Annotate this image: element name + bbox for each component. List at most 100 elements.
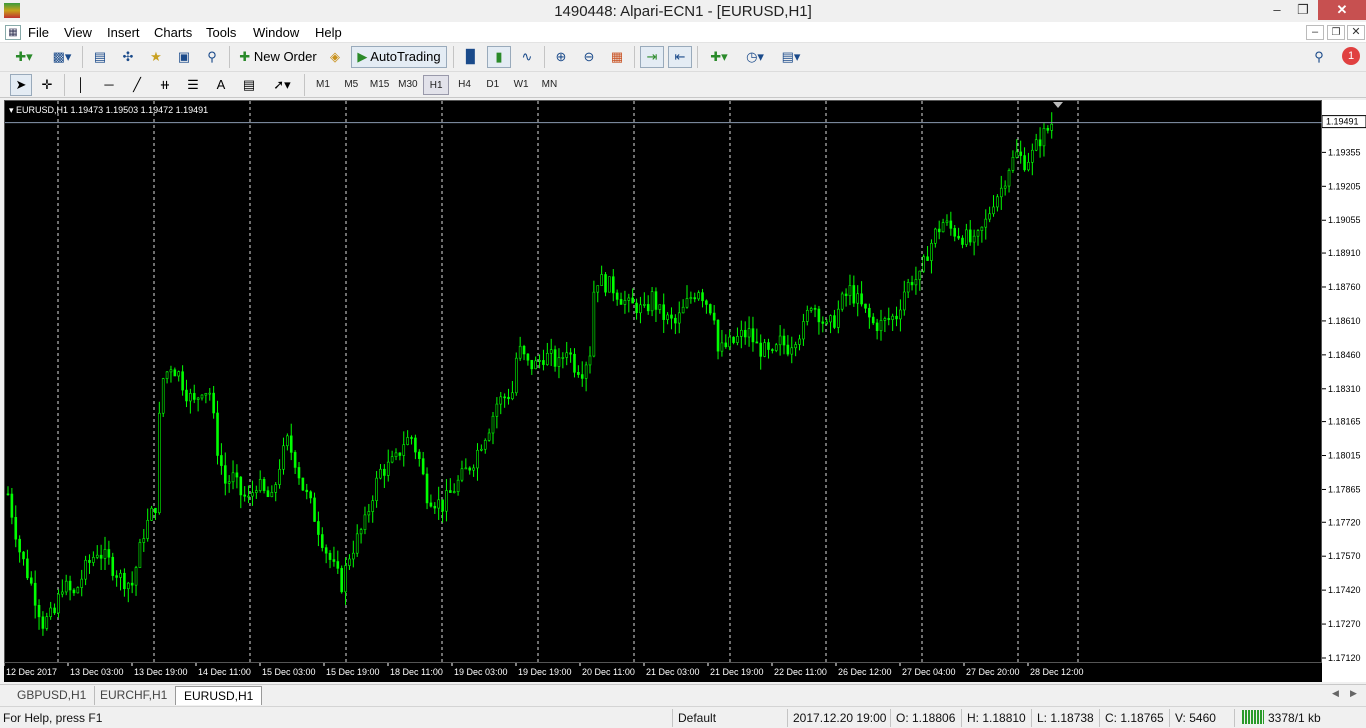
market-watch-icon[interactable]: ▤ — [88, 46, 112, 68]
candle-body — [763, 342, 766, 357]
timeframe-d1[interactable]: D1 — [480, 75, 506, 95]
equidistant-channel-icon[interactable]: ⧺ — [154, 74, 176, 96]
tab-eurchf[interactable]: EURCHF,H1 — [92, 686, 177, 705]
candle-body — [584, 364, 588, 379]
timeframe-h1[interactable]: H1 — [423, 75, 450, 95]
menu-help[interactable]: Help — [315, 25, 342, 40]
horizontal-line-icon[interactable]: ─ — [98, 74, 120, 96]
timeframe-m15[interactable]: M15 — [367, 75, 393, 95]
autoscroll-icon[interactable]: ⇥ — [640, 46, 664, 68]
tile-windows-icon[interactable]: ▦ — [605, 46, 629, 68]
cursor-icon[interactable]: ➤ — [10, 74, 32, 96]
candle-body — [945, 220, 949, 223]
tab-eurusd[interactable]: EURUSD,H1 — [175, 686, 263, 705]
candle-body — [677, 312, 681, 324]
profiles-icon[interactable]: ▩▾ — [46, 46, 78, 68]
menu-window[interactable]: Window — [253, 25, 299, 40]
candle-body — [115, 575, 118, 578]
candle-body — [216, 412, 219, 456]
candle-body — [402, 444, 406, 456]
status-separator — [890, 709, 891, 727]
strategy-tester-icon[interactable]: ⚲ — [200, 46, 224, 68]
zoom-in-icon[interactable]: ⊕ — [549, 46, 573, 68]
time-tick-label: 12 Dec 2017 — [6, 667, 57, 677]
chart-shift-marker-icon[interactable] — [1053, 102, 1063, 108]
candle-body — [868, 307, 871, 318]
candle-body — [992, 206, 995, 215]
tab-scroll-right-icon[interactable]: ▶ — [1350, 688, 1357, 699]
notifications-icon[interactable]: 1 — [1336, 46, 1362, 68]
candle-body — [189, 393, 192, 402]
candle-body — [1023, 155, 1026, 171]
arrows-icon[interactable]: ➚▾ — [266, 74, 298, 96]
price-axis[interactable]: 1.19355 1.19205 1.19055 1.18910 1.18760 1.186… — [1322, 100, 1366, 682]
child-close-button[interactable]: ✕ — [1347, 25, 1365, 40]
child-minimize-button[interactable]: – — [1306, 25, 1324, 40]
trendline-icon[interactable]: ╱ — [126, 74, 148, 96]
minimize-button[interactable]: – — [1264, 0, 1290, 20]
timeframe-m1[interactable]: M1 — [310, 75, 336, 95]
menu-view[interactable]: View — [64, 25, 92, 40]
line-chart-icon[interactable]: ∿ — [515, 46, 539, 68]
candle-body — [654, 291, 658, 310]
candle-body — [208, 392, 212, 395]
text-icon[interactable]: A — [210, 74, 232, 96]
candle-body — [487, 432, 491, 441]
timeframe-m5[interactable]: M5 — [338, 75, 364, 95]
child-restore-button[interactable]: ❐ — [1327, 25, 1345, 40]
zoom-out-icon[interactable]: ⊖ — [577, 46, 601, 68]
autotrading-icon: ▶ — [357, 49, 368, 64]
vertical-line-icon[interactable]: │ — [70, 74, 92, 96]
tab-gbpusd[interactable]: GBPUSD,H1 — [9, 686, 96, 705]
data-window-icon[interactable]: ★ — [144, 46, 168, 68]
indicators-icon[interactable]: ✚▾ — [703, 46, 735, 68]
document-icon[interactable]: ▦ — [5, 25, 21, 40]
tab-scroll-left-icon[interactable]: ◀ — [1332, 688, 1339, 699]
candle-body — [588, 355, 592, 366]
text-label-icon[interactable]: ▤ — [238, 74, 260, 96]
menu-file[interactable]: File — [28, 25, 49, 40]
candle-body — [173, 369, 177, 377]
new-order-button[interactable]: ✚ New Order — [235, 46, 321, 68]
candle-body — [10, 493, 14, 518]
candle-body — [445, 490, 448, 512]
menu-charts[interactable]: Charts — [154, 25, 192, 40]
crosshair-icon[interactable]: ✛ — [36, 74, 58, 96]
candlestick-chart-icon[interactable]: ▮ — [487, 46, 511, 68]
timeframe-mn[interactable]: MN — [536, 75, 562, 95]
bar-chart-icon[interactable]: ▉ — [459, 46, 483, 68]
candle-body — [138, 542, 142, 568]
restore-button[interactable]: ❐ — [1290, 0, 1316, 20]
candle-body — [340, 568, 343, 593]
menu-insert[interactable]: Insert — [107, 25, 140, 40]
navigator-icon[interactable]: ✣ — [116, 46, 140, 68]
candle-body — [802, 321, 805, 340]
price-tick-label: 1.18310 — [1328, 384, 1361, 394]
terminal-icon[interactable]: ▣ — [172, 46, 196, 68]
timeframe-w1[interactable]: W1 — [508, 75, 534, 95]
new-chart-icon[interactable]: ✚▾ — [6, 46, 42, 68]
candle-body — [33, 582, 37, 606]
candle-body — [394, 452, 398, 458]
chart-shift-icon[interactable]: ⇤ — [668, 46, 692, 68]
chart-canvas[interactable] — [5, 101, 1323, 664]
candle-body — [123, 572, 126, 590]
chart-area[interactable]: ▾ EURUSD,H1 1.19473 1.19503 1.19472 1.19… — [4, 100, 1323, 664]
menu-tools[interactable]: Tools — [206, 25, 236, 40]
status-separator — [1169, 709, 1170, 727]
candle-body — [64, 580, 68, 593]
chart-menu-arrow-icon[interactable]: ▾ — [9, 105, 14, 115]
search-icon[interactable]: ⚲ — [1308, 46, 1330, 68]
periods-icon[interactable]: ◷▾ — [739, 46, 771, 68]
metaeditor-icon[interactable]: ◈ — [323, 46, 347, 68]
autotrading-button[interactable]: ▶ AutoTrading — [351, 46, 447, 68]
timeframe-m30[interactable]: M30 — [395, 75, 421, 95]
timeframe-h4[interactable]: H4 — [452, 75, 478, 95]
candle-body — [165, 371, 169, 379]
close-button[interactable]: ✕ — [1318, 0, 1366, 20]
fibonacci-icon[interactable]: ☰ — [182, 74, 204, 96]
templates-icon[interactable]: ▤▾ — [775, 46, 807, 68]
candle-body — [313, 497, 316, 522]
candle-body — [255, 490, 258, 493]
candle-body — [200, 394, 204, 399]
